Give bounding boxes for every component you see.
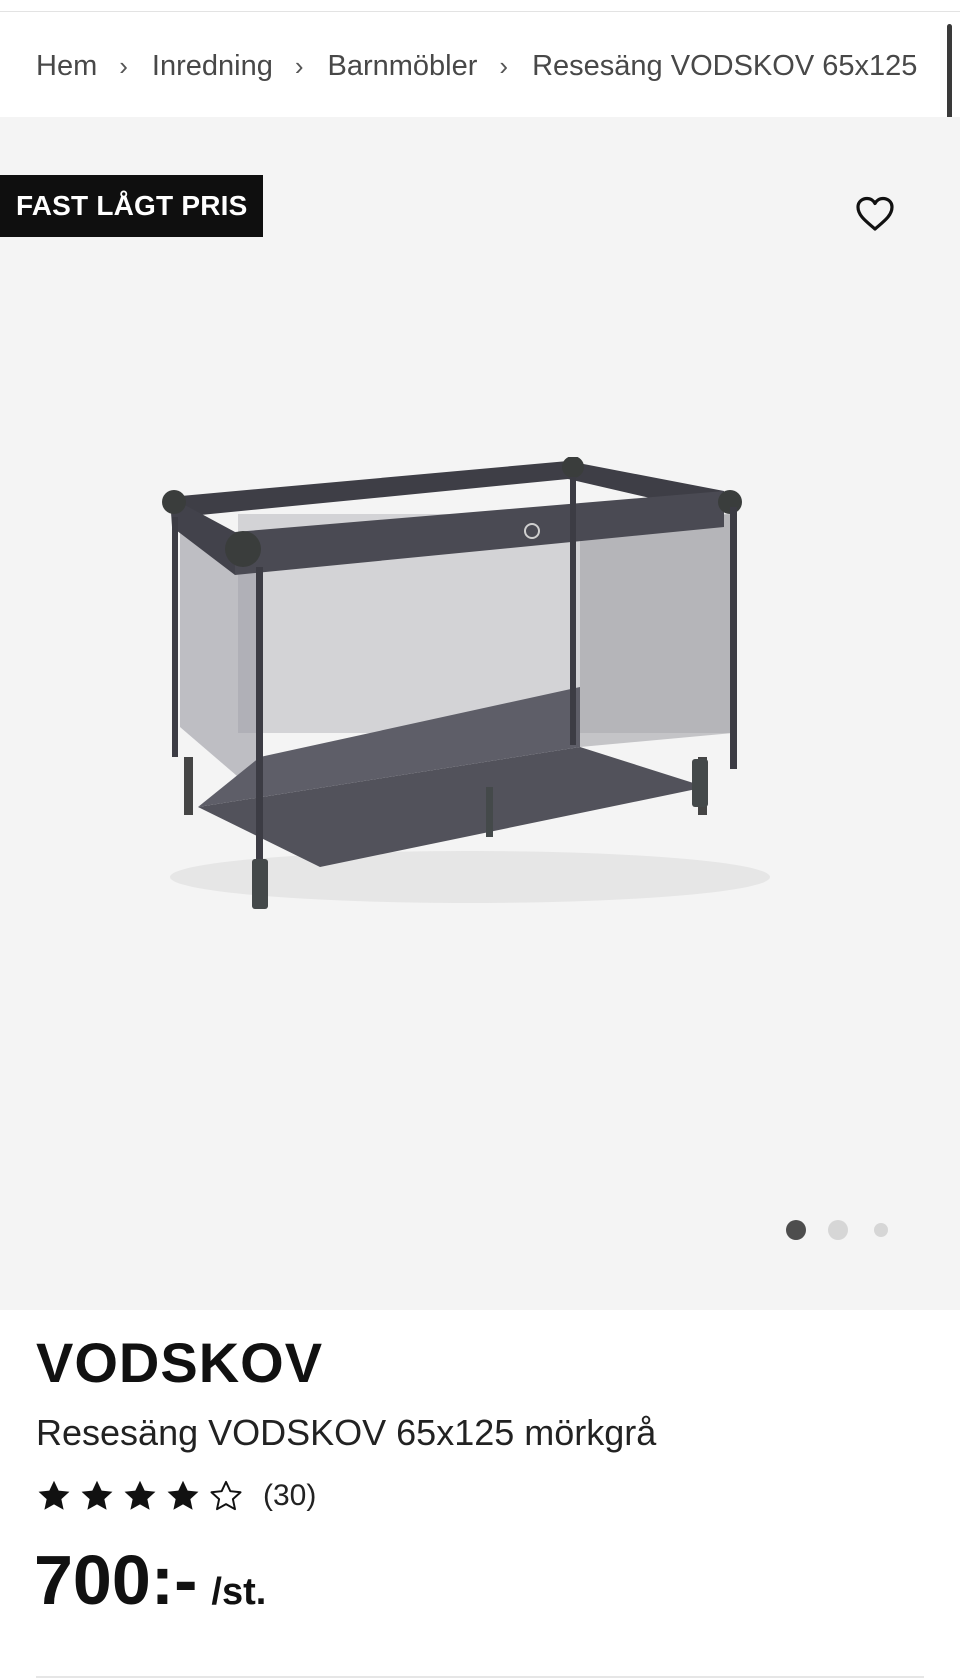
review-count[interactable]: (30) xyxy=(263,1479,316,1513)
chevron-right-icon: › xyxy=(294,50,304,81)
gallery-dot-3[interactable] xyxy=(874,1223,888,1237)
top-divider xyxy=(0,11,960,12)
product-rating[interactable]: (30) xyxy=(36,1472,316,1520)
product-gallery[interactable]: FAST LÅGT PRIS xyxy=(0,117,960,1310)
breadcrumb: Hem › Inredning › Barnmöbler › Resesäng … xyxy=(36,42,917,90)
breadcrumb-item-inredning[interactable]: Inredning xyxy=(152,50,273,83)
price-badge: FAST LÅGT PRIS xyxy=(0,175,264,237)
product-brand: VODSKOV xyxy=(36,1331,324,1394)
star-filled-icon xyxy=(81,1480,113,1510)
product-title: Resesäng VODSKOV 65x125 mörkgrå xyxy=(36,1412,657,1453)
heart-outline-icon xyxy=(856,196,894,231)
star-outline-icon xyxy=(210,1480,242,1511)
price-value: 700:- xyxy=(34,1541,198,1619)
product-price: 700:- /st. xyxy=(34,1540,266,1620)
rating-stars xyxy=(36,1478,251,1514)
price-unit: /st. xyxy=(211,1571,267,1613)
chevron-right-icon: › xyxy=(119,50,128,81)
star-filled-icon xyxy=(167,1480,199,1510)
star-filled-icon xyxy=(124,1480,156,1510)
breadcrumb-item-barnmobler[interactable]: Barnmöbler xyxy=(328,50,478,83)
breadcrumb-item-hem[interactable]: Hem xyxy=(36,50,97,83)
breadcrumb-item-current[interactable]: Resesäng VODSKOV 65x125 xyxy=(532,50,917,83)
section-divider xyxy=(36,1676,924,1678)
product-image[interactable] xyxy=(140,457,800,1057)
gallery-dot-1[interactable] xyxy=(786,1220,806,1240)
gallery-dot-2[interactable] xyxy=(828,1220,848,1240)
gallery-pagination xyxy=(786,1220,888,1240)
chevron-right-icon: › xyxy=(499,50,509,81)
favorite-button[interactable] xyxy=(851,191,899,237)
star-filled-icon xyxy=(38,1480,70,1510)
